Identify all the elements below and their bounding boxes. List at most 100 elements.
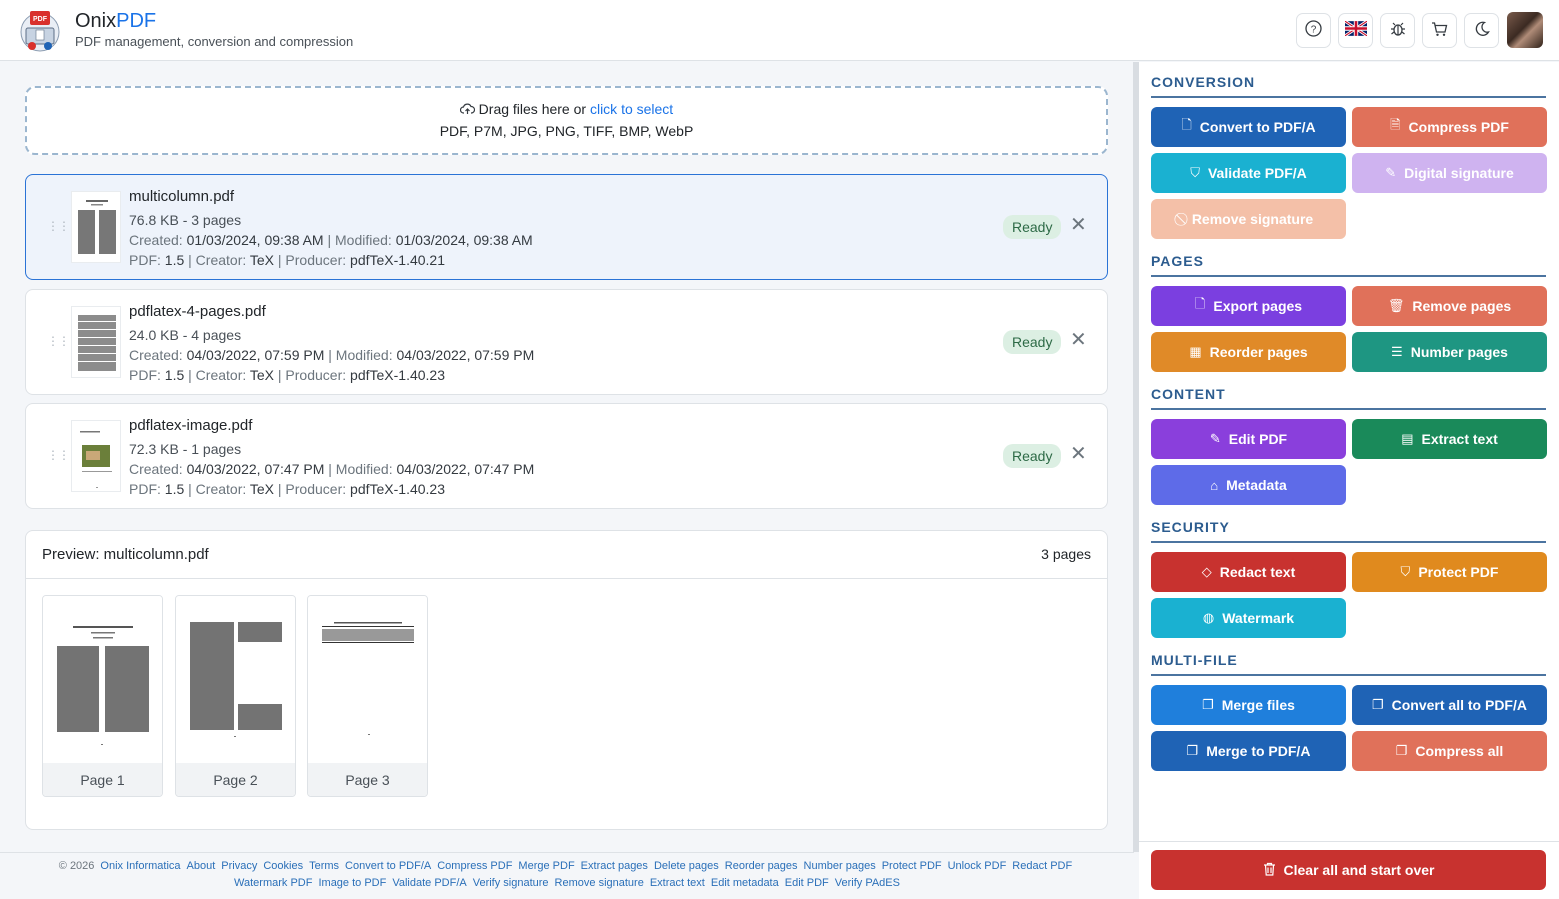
extract-text-button[interactable]: ▤ Extract text [1352, 419, 1547, 459]
compress-all-button[interactable]: ❐ Compress all [1352, 731, 1547, 771]
file-dropzone[interactable]: Drag files here or click to select PDF, … [25, 86, 1108, 155]
footer-link[interactable]: Edit PDF [785, 877, 829, 889]
file-pdf-meta: PDF: 1.5 | Creator: TeX | Producer: pdfT… [129, 367, 445, 383]
convert-all-to-pdf-a-button[interactable]: ❐ Convert all to PDF/A [1352, 685, 1547, 725]
reorder-pages-button[interactable]: ▦ Reorder pages [1151, 332, 1346, 372]
footer-link[interactable]: Compress PDF [437, 860, 512, 872]
cloud-upload-icon [459, 101, 479, 117]
edit-pdf-button[interactable]: ✎ Edit PDF [1151, 419, 1346, 459]
copy-icon: ❐ [1395, 743, 1408, 758]
footer-link[interactable]: Extract text [650, 877, 705, 889]
app-title: OnixPDF [75, 10, 157, 32]
redact-text-button[interactable]: ◇ Redact text [1151, 552, 1346, 592]
clear-all-button[interactable]: Clear all and start over [1151, 850, 1546, 890]
remove-signature-button[interactable]: ⃠Remove signature [1151, 199, 1346, 239]
footer-link[interactable]: Watermark PDF [234, 877, 312, 889]
button-label: Remove pages [1412, 298, 1512, 314]
file-name: multicolumn.pdf [129, 188, 235, 205]
section-divider [1151, 541, 1546, 543]
compress-pdf-button[interactable]: 🗎 Compress PDF [1352, 107, 1547, 147]
preview-page-count: 3 pages [1041, 546, 1091, 562]
file-pdf-meta: PDF: 1.5 | Creator: TeX | Producer: pdfT… [129, 252, 445, 268]
button-label: Digital signature [1404, 165, 1514, 181]
footer-link[interactable]: Image to PDF [318, 877, 386, 889]
file-card[interactable]: ⋮⋮ multicolumn.pdf 76.8 KB - 3 pages Cre… [25, 174, 1108, 280]
remove-file-button[interactable]: ✕ [1070, 215, 1087, 235]
files-icon: ❐ [1186, 743, 1199, 758]
file-card[interactable]: ⋮⋮ pdflatex-image.pdf 72.3 KB - 1 pages … [25, 403, 1108, 509]
merge-files-button[interactable]: ❐ Merge files [1151, 685, 1346, 725]
file-card[interactable]: ⋮⋮ pdflatex-4-pages.pdf 24.0 KB - 4 page… [25, 289, 1108, 395]
metadata-button[interactable]: ⌂ Metadata [1151, 465, 1346, 505]
footer-link[interactable]: Remove signature [555, 877, 644, 889]
page-thumbnail[interactable]: Page 3 [307, 595, 428, 797]
click-to-select-link[interactable]: click to select [590, 101, 673, 117]
cart-button[interactable] [1422, 13, 1457, 48]
footer-link[interactable]: Extract pages [581, 860, 648, 872]
button-label: Edit PDF [1228, 431, 1288, 447]
footer-link[interactable]: Verify PAdES [835, 877, 900, 889]
supported-formats: PDF, P7M, JPG, PNG, TIFF, BMP, WebP [439, 123, 694, 139]
button-label: Convert all to PDF/A [1391, 697, 1527, 713]
section-divider [1151, 674, 1546, 676]
remove-pages-button[interactable]: 🗑 Remove pages [1352, 286, 1547, 326]
remove-file-button[interactable]: ✕ [1070, 444, 1087, 464]
file-thumbnail [71, 306, 121, 378]
validate-pdf-a-button[interactable]: ⛉ Validate PDF/A [1151, 153, 1346, 193]
onixpdf-logo[interactable]: PDF [16, 8, 64, 52]
footer-link[interactable]: Onix Informatica [100, 860, 180, 872]
user-avatar[interactable] [1507, 12, 1543, 48]
remove-file-button[interactable]: ✕ [1070, 330, 1087, 350]
footer-link[interactable]: Cookies [263, 860, 303, 872]
convert-to-pdf-a-button[interactable]: 🗋 Convert to PDF/A [1151, 107, 1346, 147]
number-pages-button[interactable]: ☰ Number pages [1352, 332, 1547, 372]
button-label: Export pages [1213, 298, 1303, 314]
footer-link[interactable]: Protect PDF [882, 860, 942, 872]
footer-link[interactable]: Redact PDF [1012, 860, 1072, 872]
footer-links-row: © 2026 Onix Informatica About Privacy Cookie… [0, 860, 1134, 872]
watermark-button[interactable]: ◍ Watermark [1151, 598, 1346, 638]
digital-signature-button[interactable]: ✎ Digital signature [1352, 153, 1547, 193]
drag-handle-icon[interactable]: ⋮⋮ [47, 219, 70, 233]
footer-link[interactable]: Edit metadata [711, 877, 779, 889]
export-pages-button[interactable]: 🗋 Export pages [1151, 286, 1346, 326]
app-subtitle: PDF management, conversion and compressi… [75, 34, 354, 49]
footer-link[interactable]: Reorder pages [725, 860, 798, 872]
file-name: pdflatex-4-pages.pdf [129, 303, 266, 320]
footer-link[interactable]: About [187, 860, 216, 872]
preview-header: Preview: multicolumn.pdf 3 pages [26, 531, 1107, 579]
footer-link[interactable]: Delete pages [654, 860, 719, 872]
drag-handle-icon[interactable]: ⋮⋮ [47, 334, 70, 348]
preview-panel: Preview: multicolumn.pdf 3 pages Page 1 [25, 530, 1108, 830]
page-thumbnail[interactable]: Page 1 [42, 595, 163, 797]
footer-link[interactable]: Validate PDF/A [392, 877, 466, 889]
protect-pdf-button[interactable]: ⛉ Protect PDF [1352, 552, 1547, 592]
button-label: Compress PDF [1408, 119, 1509, 135]
file-dates: Created: 04/03/2022, 07:47 PM | Modified… [129, 461, 535, 477]
tools-sidebar: Clear all and start over CONVERSION 🗋 Conv… [1139, 62, 1559, 899]
footer-link[interactable]: Verify signature [473, 877, 549, 889]
footer-link[interactable]: Terms [309, 860, 339, 872]
pen-icon: ✎ [1385, 165, 1397, 180]
help-button[interactable]: ? [1296, 13, 1331, 48]
dark-mode-toggle[interactable] [1464, 13, 1499, 48]
footer-link[interactable]: Unlock PDF [948, 860, 1007, 872]
report-bug-button[interactable] [1380, 13, 1415, 48]
section-divider [1151, 96, 1546, 98]
button-label: Watermark [1222, 610, 1295, 626]
drag-handle-icon[interactable]: ⋮⋮ [47, 448, 70, 462]
section-title-conversion: CONVERSION [1151, 74, 1256, 90]
footer-link[interactable]: Convert to PDF/A [345, 860, 431, 872]
file-dates: Created: 04/03/2022, 07:59 PM | Modified… [129, 347, 535, 363]
status-badge: Ready [1003, 215, 1062, 239]
merge-to-pdf-a-button[interactable]: ❐ Merge to PDF/A [1151, 731, 1346, 771]
trash-icon [1263, 862, 1276, 879]
button-label: Convert to PDF/A [1199, 119, 1316, 135]
footer-link[interactable]: Merge PDF [518, 860, 574, 872]
footer-link[interactable]: Number pages [804, 860, 876, 872]
button-label: Remove signature [1191, 211, 1314, 227]
section-divider [1151, 408, 1546, 410]
language-button[interactable] [1338, 13, 1373, 48]
footer-link[interactable]: Privacy [221, 860, 257, 872]
page-thumbnail[interactable]: Page 2 [175, 595, 296, 797]
